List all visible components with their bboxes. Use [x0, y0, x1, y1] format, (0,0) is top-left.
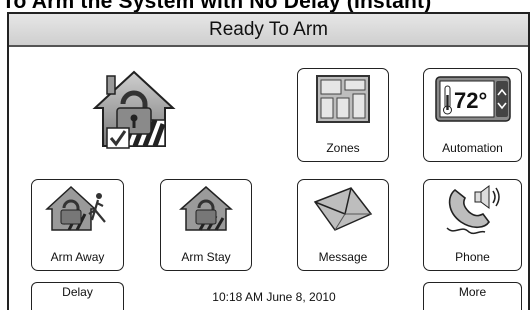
arm-away-button[interactable]: Arm Away — [31, 179, 124, 271]
temperature-reading: 72° — [454, 88, 487, 113]
phone-button[interactable]: Phone — [423, 179, 522, 271]
phone-speaker-icon — [424, 184, 521, 236]
zones-button[interactable]: Zones — [297, 68, 389, 162]
message-label: Message — [318, 250, 368, 264]
arm-away-label: Arm Away — [50, 250, 105, 264]
zones-grid-icon — [298, 73, 388, 125]
envelope-icon — [298, 184, 388, 234]
status-bar: Ready To Arm — [9, 14, 528, 47]
delay-label: Delay — [62, 285, 93, 299]
arm-stay-label: Arm Stay — [181, 250, 231, 264]
message-button[interactable]: Message — [297, 179, 389, 271]
delay-button[interactable]: Delay — [31, 282, 124, 310]
thermostat-icon: 72° — [424, 73, 521, 125]
phone-label: Phone — [455, 250, 490, 264]
more-label: More — [458, 285, 487, 299]
house-lock-icon — [161, 184, 251, 234]
house-lock-runner-icon — [32, 184, 123, 234]
status-text: Ready To Arm — [209, 18, 328, 40]
arm-stay-button[interactable]: Arm Stay — [160, 179, 252, 271]
keypad-screen: Ready To Arm Zones 72° Automation Arm Aw… — [7, 12, 530, 310]
automation-label: Automation — [442, 141, 503, 155]
zones-label: Zones — [326, 141, 360, 155]
date-time-display: 10:18 AM June 8, 2010 — [212, 290, 336, 304]
more-button[interactable]: More — [423, 282, 522, 310]
house-lock-checkmark-icon — [91, 68, 177, 157]
automation-button[interactable]: 72° Automation — [423, 68, 522, 162]
